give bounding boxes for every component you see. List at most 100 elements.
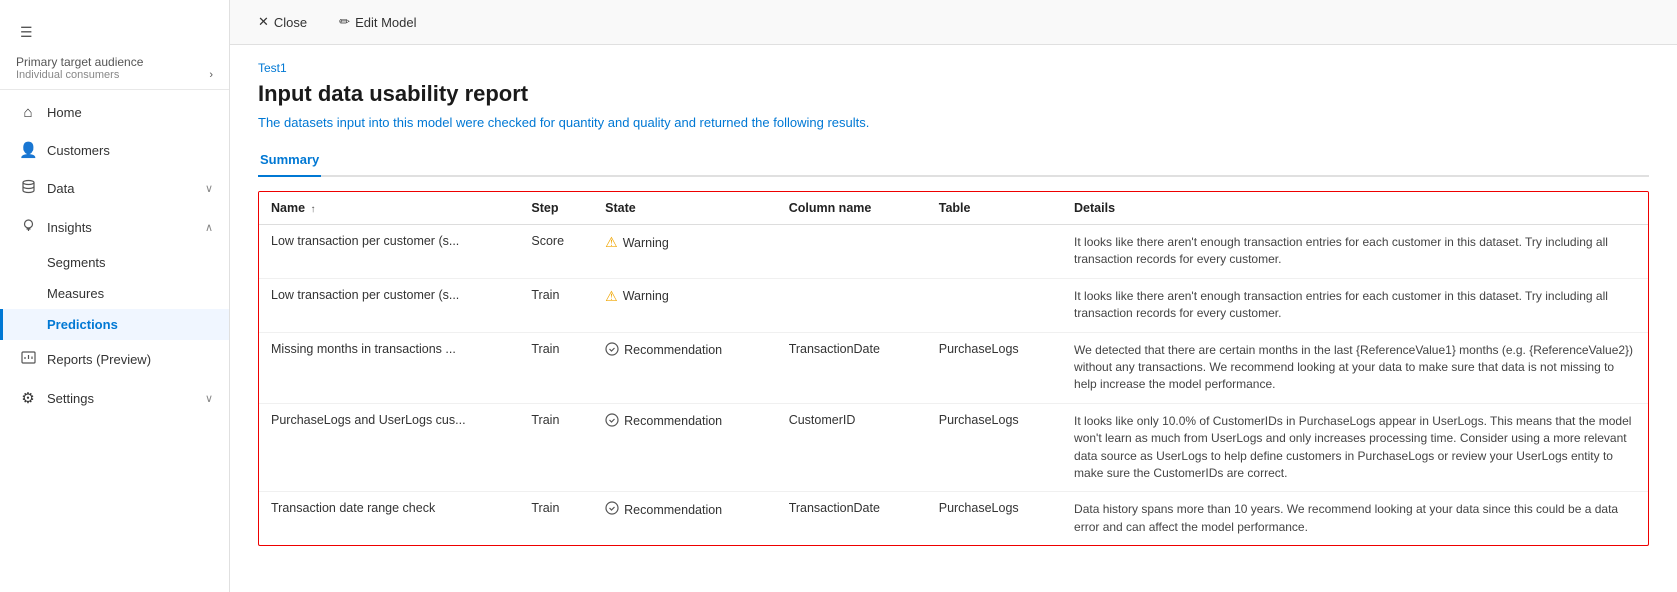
settings-chevron-icon: ∨ <box>205 392 213 405</box>
sidebar-item-data[interactable]: Data ∨ <box>0 169 229 208</box>
content-area: Test1 Input data usability report The da… <box>230 45 1677 592</box>
cell-step: Train <box>519 278 593 332</box>
sidebar-primary-sub: Individual consumers <box>16 69 119 81</box>
cell-table: PurchaseLogs <box>927 492 1062 545</box>
cell-details: It looks like there aren't enough transa… <box>1062 225 1648 279</box>
insights-icon <box>19 218 37 237</box>
cell-state: Recommendation <box>593 403 777 492</box>
sidebar-item-insights[interactable]: Insights ∧ <box>0 208 229 247</box>
col-state[interactable]: State <box>593 192 777 225</box>
cell-state: ⚠ Warning <box>593 278 777 332</box>
sidebar-primary-label: Primary target audience <box>16 55 213 69</box>
close-icon: ✕ <box>258 14 269 30</box>
insights-chevron-icon: ∧ <box>205 221 213 234</box>
edit-model-button[interactable]: ✏ Edit Model <box>331 10 424 34</box>
main-content: ✕ Close ✏ Edit Model Test1 Input data us… <box>230 0 1677 592</box>
cell-column-name <box>777 278 927 332</box>
state-label: Recommendation <box>624 414 722 428</box>
sidebar-item-measures-label: Measures <box>47 286 104 301</box>
sidebar-item-reports[interactable]: Reports (Preview) <box>0 340 229 379</box>
sidebar-item-home[interactable]: ⌂ Home <box>0 94 229 131</box>
sidebar-item-segments-label: Segments <box>47 255 106 270</box>
table-row: Transaction date range check Train Recom… <box>259 492 1648 545</box>
close-label: Close <box>274 15 307 30</box>
sidebar-item-predictions-label: Predictions <box>47 317 118 332</box>
recommendation-icon <box>605 413 619 430</box>
cell-table: PurchaseLogs <box>927 332 1062 403</box>
cell-name: PurchaseLogs and UserLogs cus... <box>259 403 519 492</box>
col-step[interactable]: Step <box>519 192 593 225</box>
warning-icon: ⚠ <box>605 234 618 251</box>
col-column-name[interactable]: Column name <box>777 192 927 225</box>
state-label: Recommendation <box>624 343 722 357</box>
table-header-row: Name ↑ Step State Column name <box>259 192 1648 225</box>
settings-icon: ⚙ <box>19 389 37 407</box>
edit-label: Edit Model <box>355 15 416 30</box>
col-name[interactable]: Name ↑ <box>259 192 519 225</box>
sidebar-item-settings-label: Settings <box>47 391 94 406</box>
edit-icon: ✏ <box>339 14 350 30</box>
cell-state: ⚠ Warning <box>593 225 777 279</box>
table-row: Missing months in transactions ... Train… <box>259 332 1648 403</box>
sidebar-item-customers[interactable]: 👤 Customers <box>0 131 229 169</box>
cell-step: Score <box>519 225 593 279</box>
cell-name: Low transaction per customer (s... <box>259 225 519 279</box>
cell-column-name <box>777 225 927 279</box>
home-icon: ⌂ <box>19 104 37 121</box>
sidebar-item-data-label: Data <box>47 181 74 196</box>
sidebar-header: ☰ Primary target audience Individual con… <box>0 8 229 90</box>
cell-column-name: TransactionDate <box>777 492 927 545</box>
page-title: Input data usability report <box>258 81 1649 107</box>
cell-step: Train <box>519 403 593 492</box>
cell-name: Transaction date range check <box>259 492 519 545</box>
cell-details: It looks like there aren't enough transa… <box>1062 278 1648 332</box>
reports-icon <box>19 350 37 369</box>
table-row: PurchaseLogs and UserLogs cus... Train R… <box>259 403 1648 492</box>
data-table-wrapper: Name ↑ Step State Column name <box>258 191 1649 546</box>
sidebar-item-predictions[interactable]: Predictions <box>0 309 229 340</box>
recommendation-icon <box>605 342 619 359</box>
sidebar: ☰ Primary target audience Individual con… <box>0 0 230 592</box>
cell-name: Low transaction per customer (s... <box>259 278 519 332</box>
sidebar-item-insights-label: Insights <box>47 220 92 235</box>
sidebar-item-measures[interactable]: Measures <box>0 278 229 309</box>
cell-step: Train <box>519 332 593 403</box>
topbar: ✕ Close ✏ Edit Model <box>230 0 1677 45</box>
cell-table <box>927 225 1062 279</box>
cell-details: We detected that there are certain month… <box>1062 332 1648 403</box>
cell-table <box>927 278 1062 332</box>
cell-column-name: TransactionDate <box>777 332 927 403</box>
cell-details: It looks like only 10.0% of CustomerIDs … <box>1062 403 1648 492</box>
cell-name: Missing months in transactions ... <box>259 332 519 403</box>
state-label: Recommendation <box>624 503 722 517</box>
col-table[interactable]: Table <box>927 192 1062 225</box>
subtitle: The datasets input into this model were … <box>258 115 1649 130</box>
warning-icon: ⚠ <box>605 288 618 305</box>
cell-state: Recommendation <box>593 332 777 403</box>
cell-state: Recommendation <box>593 492 777 545</box>
sidebar-item-reports-label: Reports (Preview) <box>47 352 151 367</box>
close-button[interactable]: ✕ Close <box>250 10 315 34</box>
sidebar-expand-icon[interactable]: › <box>209 69 213 81</box>
tabs: Summary <box>258 144 1649 177</box>
cell-table: PurchaseLogs <box>927 403 1062 492</box>
table-row: Low transaction per customer (s... Train… <box>259 278 1648 332</box>
recommendation-icon <box>605 501 619 518</box>
table-row: Low transaction per customer (s... Score… <box>259 225 1648 279</box>
cell-details: Data history spans more than 10 years. W… <box>1062 492 1648 545</box>
cell-column-name: CustomerID <box>777 403 927 492</box>
sidebar-item-home-label: Home <box>47 105 82 120</box>
hamburger-icon[interactable]: ☰ <box>16 20 37 45</box>
breadcrumb[interactable]: Test1 <box>258 61 1649 75</box>
sidebar-nav: ⌂ Home 👤 Customers Data ∨ Insights ∧ Seg… <box>0 90 229 592</box>
sidebar-item-segments[interactable]: Segments <box>0 247 229 278</box>
sidebar-item-settings[interactable]: ⚙ Settings ∨ <box>0 379 229 417</box>
customers-icon: 👤 <box>19 141 37 159</box>
name-sort-icon: ↑ <box>311 204 316 215</box>
col-details[interactable]: Details <box>1062 192 1648 225</box>
data-table: Name ↑ Step State Column name <box>259 192 1648 545</box>
data-chevron-icon: ∨ <box>205 182 213 195</box>
cell-step: Train <box>519 492 593 545</box>
sidebar-item-customers-label: Customers <box>47 143 110 158</box>
tab-summary[interactable]: Summary <box>258 144 321 177</box>
